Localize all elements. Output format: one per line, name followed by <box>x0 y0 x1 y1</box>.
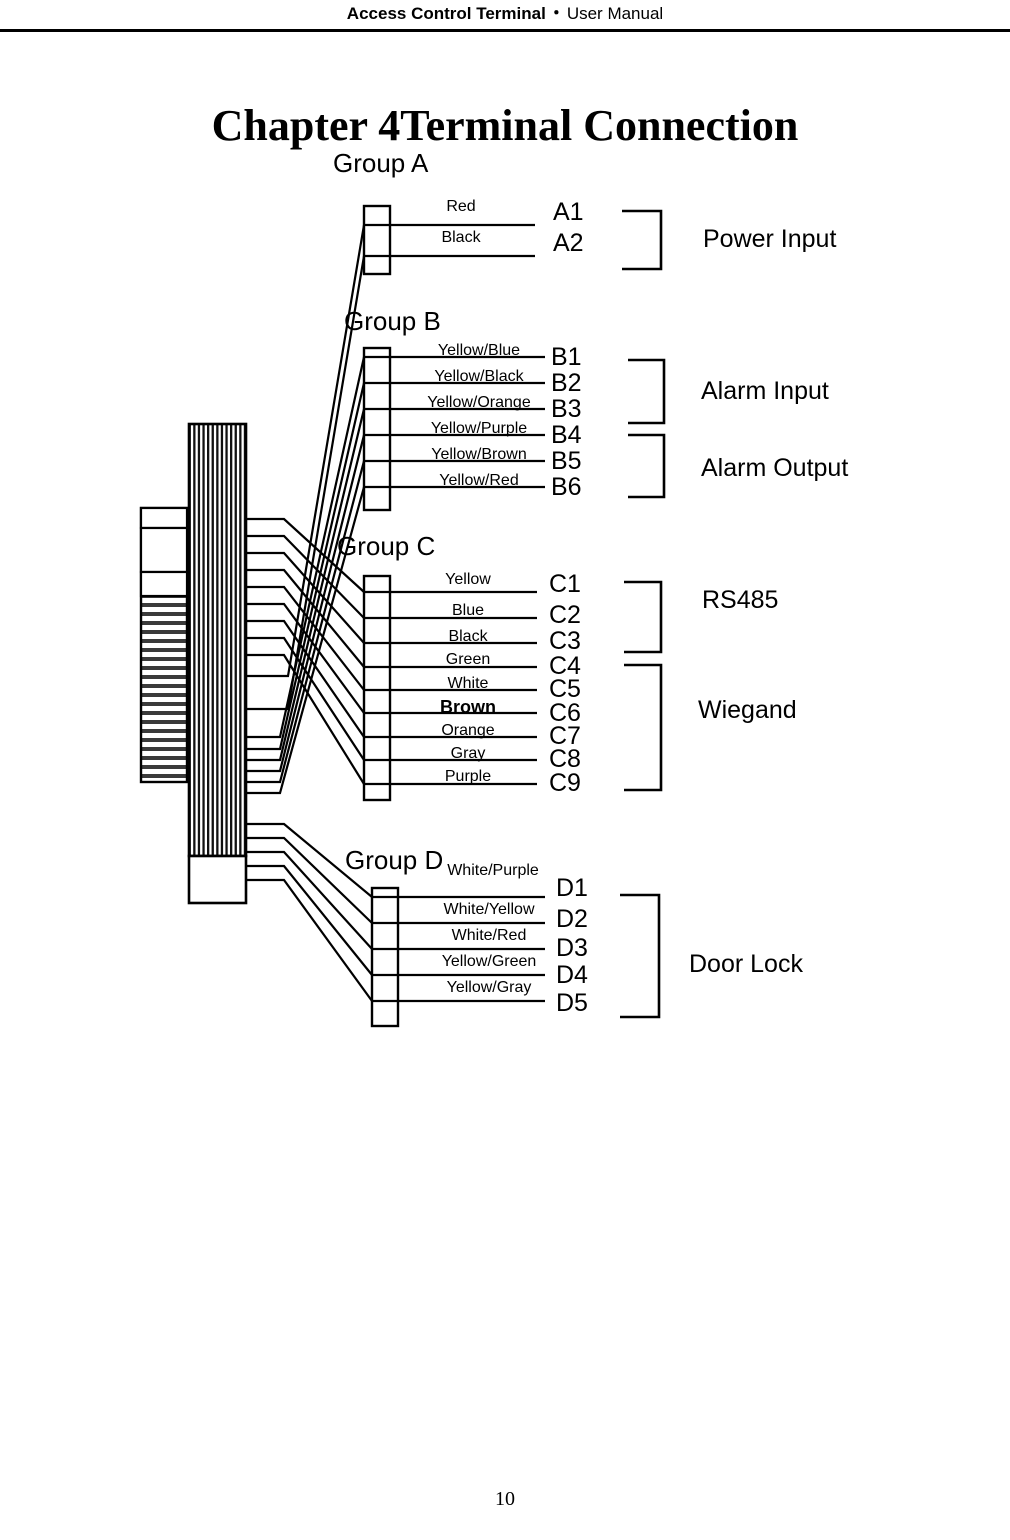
bracket-power-input <box>622 209 663 271</box>
terminal-label-b5: B5 <box>551 447 582 475</box>
terminal-label-b3: B3 <box>551 395 582 423</box>
function-label-wiegand: Wiegand <box>698 696 797 724</box>
page-number: 10 <box>495 1488 515 1510</box>
wire-label-a1: Red <box>446 198 476 215</box>
wire-label-b1: Yellow/Blue <box>437 342 521 359</box>
bracket-alarm-input <box>628 358 666 425</box>
wire-label-d2: White/Yellow <box>443 901 535 918</box>
manual-page: Access Control Terminal ・ User Manual Chap… <box>0 0 1010 1540</box>
terminal-label-d3: D3 <box>556 934 588 962</box>
cable-bundle <box>187 422 248 905</box>
function-label-rs485: RS485 <box>702 586 779 614</box>
wire-label-c1: Yellow <box>445 571 491 588</box>
wire-label-b2: Yellow/Black <box>434 368 524 385</box>
group-title-a: Group A <box>333 148 429 178</box>
wire-label-d4: Yellow/Green <box>441 953 537 970</box>
terminal-label-b4: B4 <box>551 421 582 449</box>
terminal-connection-diagram: Group A Red Black A1 A2 Power Input Grou… <box>0 0 1010 1100</box>
wire-label-c7: Orange <box>441 722 495 739</box>
wire-label-b3: Yellow/Orange <box>427 394 531 411</box>
wire-label-c4: Green <box>445 651 491 668</box>
terminal-label-d5: D5 <box>556 989 588 1017</box>
terminal-label-c9: C9 <box>549 769 581 797</box>
wire-label-b5: Yellow/Brown <box>431 446 527 463</box>
wire-label-c2: Blue <box>451 602 485 619</box>
terminal-label-d4: D4 <box>556 961 588 989</box>
wire-label-d3: White/Red <box>451 927 527 944</box>
device-connector-body <box>139 506 189 784</box>
wire-label-c8: Gray <box>450 745 486 762</box>
wire-label-c5: White <box>447 675 489 692</box>
bracket-door-lock <box>620 893 661 1019</box>
terminal-label-b1: B1 <box>551 343 582 371</box>
terminal-label-a2: A2 <box>553 229 584 257</box>
function-brackets <box>620 209 666 1019</box>
group-title-d: Group D <box>345 845 444 875</box>
wire-label-b4: Yellow/Purple <box>430 420 528 437</box>
wire-label-c6: Brown <box>440 697 496 717</box>
wire-label-c9: Purple <box>444 768 492 785</box>
terminal-label-c2: C2 <box>549 601 581 629</box>
function-label-door-lock: Door Lock <box>689 950 803 978</box>
function-label-power-input: Power Input <box>703 225 837 253</box>
terminal-label-b6: B6 <box>551 473 582 501</box>
wire-label-d1: White/Purple <box>447 862 539 879</box>
terminal-label-a1: A1 <box>553 198 584 226</box>
function-label-alarm-output: Alarm Output <box>701 454 849 482</box>
bracket-alarm-output <box>628 433 666 499</box>
bracket-rs485 <box>624 580 663 654</box>
wire-label-d5: Yellow/Gray <box>446 979 532 996</box>
group-title-b: Group B <box>344 306 441 336</box>
terminal-label-d1: D1 <box>556 874 588 902</box>
wire-label-b6: Yellow/Red <box>439 472 519 489</box>
group-title-c: Group C <box>337 531 436 561</box>
function-label-alarm-input: Alarm Input <box>701 377 829 405</box>
terminal-label-c1: C1 <box>549 570 581 598</box>
terminal-label-b2: B2 <box>551 369 582 397</box>
terminal-label-d2: D2 <box>556 905 588 933</box>
wire-label-c3: Black <box>448 628 488 645</box>
bracket-wiegand <box>624 663 663 792</box>
wire-label-a2: Black <box>441 229 481 246</box>
